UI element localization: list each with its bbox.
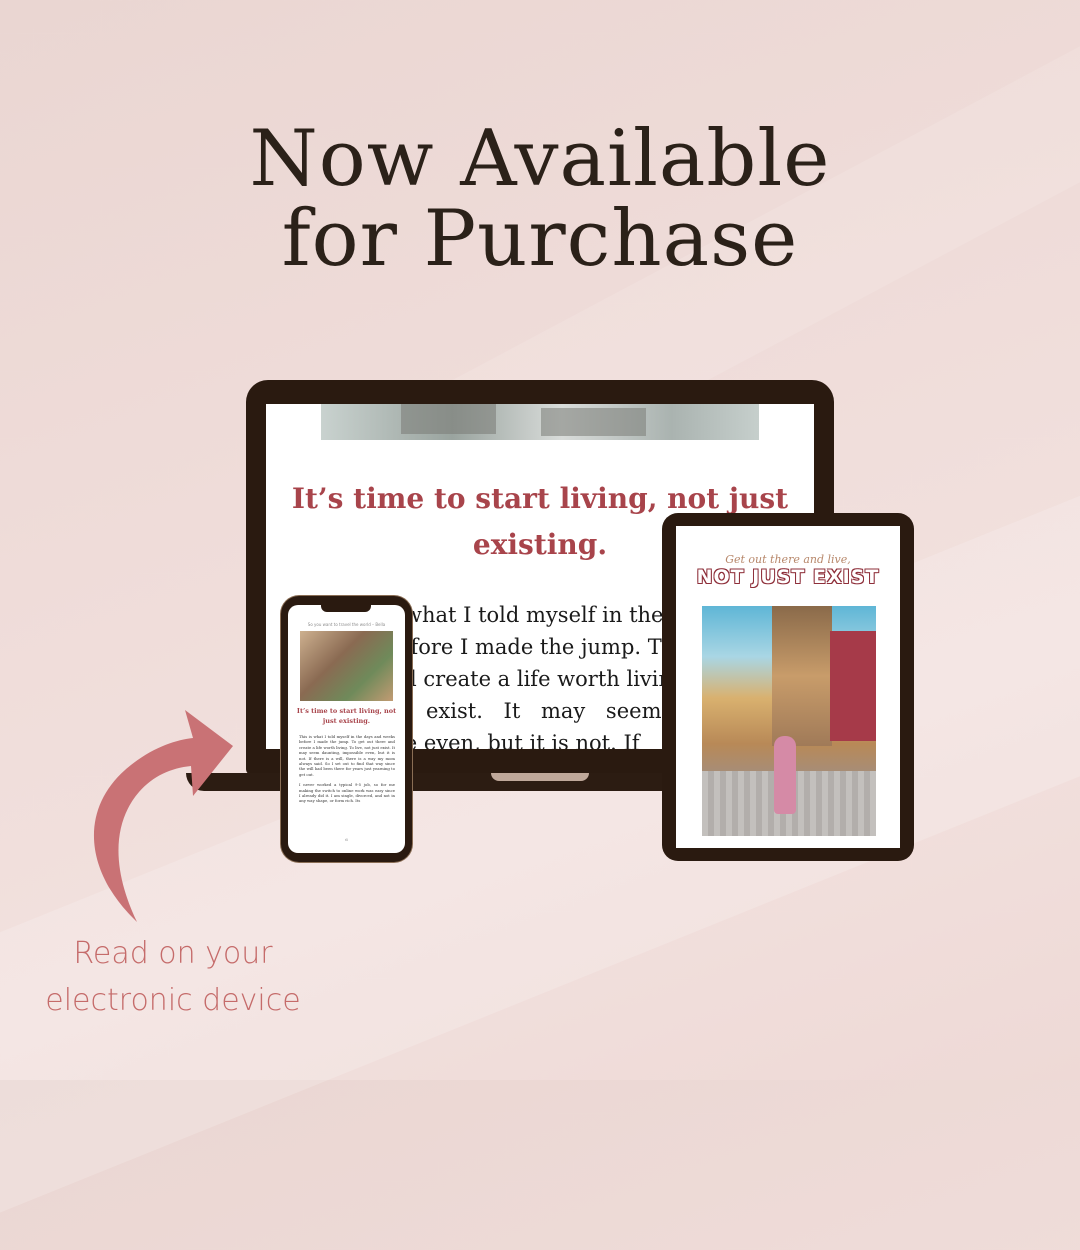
photo-grate	[541, 408, 646, 436]
tablet-camera	[768, 518, 808, 533]
headline-line-1: Now Available	[249, 114, 831, 204]
tablet-script-line: Get out there and live,	[725, 553, 851, 566]
photo-church-tower	[772, 606, 832, 746]
tablet-mockup: Get out there and live, NOT JUST EXIST	[662, 513, 914, 861]
phone-page-number: 6	[345, 837, 348, 842]
phone-cafe-photo	[300, 631, 393, 701]
caption-line-2: electronic device	[45, 983, 301, 1018]
photo-red-building	[830, 631, 876, 741]
phone-paragraph: I never worked a typical 9-5 job, so for…	[299, 782, 395, 804]
phone-body-text: This is what I told myself in the days a…	[299, 734, 395, 809]
tablet-screen: Get out there and live, NOT JUST EXIST	[676, 526, 900, 848]
caption: Read on your electronic device	[20, 930, 326, 1024]
laptop-notch	[491, 773, 589, 781]
tablet-cover-photo	[702, 606, 876, 836]
tablet-cover-title: NOT JUST EXIST	[696, 566, 880, 588]
phone-mockup: So you want to travel the world – Bella …	[281, 596, 412, 862]
phone-page-title: It’s time to start living, not just exis…	[296, 707, 397, 725]
headline-line-2: for Purchase	[281, 194, 799, 284]
phone-paragraph: This is what I told myself in the days a…	[299, 734, 395, 777]
phone-screen: So you want to travel the world – Bella …	[288, 605, 405, 853]
laptop-header-photo	[321, 404, 759, 440]
phone-notch	[321, 605, 371, 612]
phone-top-line: So you want to travel the world – Bella	[307, 622, 386, 627]
photo-grate	[401, 404, 496, 434]
curved-arrow-icon	[93, 710, 233, 922]
photo-person	[774, 736, 796, 814]
caption-line-1: Read on your	[73, 936, 273, 971]
